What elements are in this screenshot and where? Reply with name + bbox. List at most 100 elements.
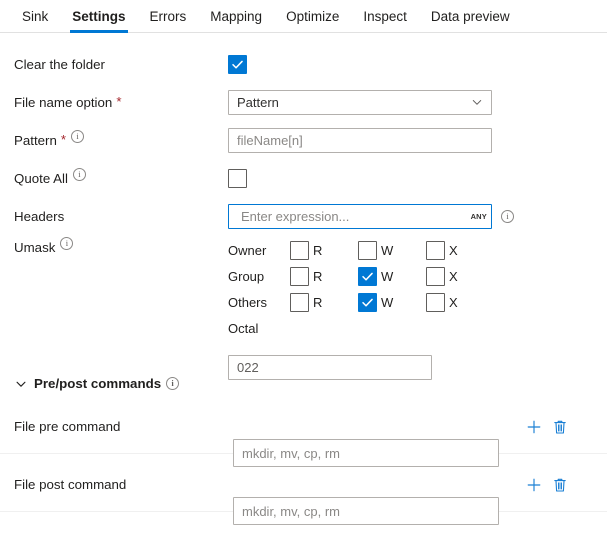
add-pre-command-button[interactable] (524, 417, 544, 437)
quote-all-checkbox[interactable] (228, 169, 247, 188)
info-icon[interactable]: i (73, 168, 86, 181)
tab-label: Inspect (363, 9, 407, 24)
file-pre-command-placeholder: mkdir, mv, cp, rm (242, 446, 340, 461)
headers-placeholder: Enter expression... (241, 209, 471, 224)
tab-mapping[interactable]: Mapping (198, 0, 274, 33)
file-post-command-input[interactable]: mkdir, mv, cp, rm (233, 497, 499, 525)
headers-expression-input[interactable]: Enter expression... ANY (228, 204, 492, 229)
chevron-down-icon (14, 377, 28, 391)
clear-folder-label: Clear the folder (14, 45, 105, 83)
plus-icon (526, 477, 542, 493)
any-type-badge: ANY (471, 212, 487, 221)
row-quote-all: Quote All i (0, 159, 607, 197)
info-icon[interactable]: i (501, 210, 514, 223)
file-post-command-placeholder: mkdir, mv, cp, rm (242, 504, 340, 519)
file-name-option-value: Pattern (237, 95, 471, 110)
umask-label: Umask i (14, 233, 73, 261)
octal-label: Octal (228, 317, 494, 339)
umask-group-execute: X (426, 267, 494, 286)
delete-pre-command-button[interactable] (550, 417, 570, 437)
umask-others-execute: X (426, 293, 494, 312)
trash-icon (552, 419, 568, 435)
umask-checkbox-others-r[interactable] (290, 293, 309, 312)
umask-row-group: Group R W X (228, 265, 494, 287)
quote-all-label: Quote All i (14, 159, 86, 197)
label-text: Headers (14, 209, 64, 224)
pattern-control: fileName[n] (228, 121, 492, 159)
tab-inspect[interactable]: Inspect (351, 0, 419, 33)
file-pre-command-input[interactable]: mkdir, mv, cp, rm (233, 439, 499, 467)
label-text: File post command (14, 477, 126, 492)
file-name-option-control: Pattern (228, 83, 492, 121)
label-text: Clear the folder (14, 57, 105, 72)
umask-owner-execute: X (426, 241, 494, 260)
pattern-placeholder: fileName[n] (237, 133, 303, 148)
umask-row-name: Owner (228, 243, 290, 258)
headers-control: Enter expression... ANY i (228, 197, 514, 235)
info-icon[interactable]: i (166, 377, 179, 390)
umask-others-read: R (290, 293, 358, 312)
pattern-input[interactable]: fileName[n] (228, 128, 492, 153)
file-post-command-label: File post command (14, 465, 126, 503)
info-icon[interactable]: i (60, 237, 73, 250)
label-text: File pre command (14, 419, 120, 434)
tab-optimize[interactable]: Optimize (274, 0, 351, 33)
umask-checkbox-owner-w[interactable] (358, 241, 377, 260)
info-icon[interactable]: i (71, 130, 84, 143)
row-pattern: Pattern * i fileName[n] (0, 121, 607, 159)
row-file-name-option: File name option * Pattern (0, 83, 607, 121)
file-name-option-dropdown[interactable]: Pattern (228, 90, 492, 115)
tab-settings[interactable]: Settings (60, 0, 137, 33)
add-post-command-button[interactable] (524, 475, 544, 495)
tab-label: Errors (150, 9, 187, 24)
row-headers: Headers Enter expression... ANY i (0, 197, 607, 235)
delete-post-command-button[interactable] (550, 475, 570, 495)
umask-checkbox-group-x[interactable] (426, 267, 445, 286)
umask-flag-label: W (381, 243, 393, 258)
required-asterisk: * (61, 133, 66, 146)
umask-flag-label: X (449, 269, 458, 284)
umask-flag-label: R (313, 269, 322, 284)
trash-icon (552, 477, 568, 493)
umask-others-write: W (358, 293, 426, 312)
octal-value: 022 (237, 360, 259, 375)
label-text: Umask (14, 240, 55, 255)
octal-input[interactable]: 022 (228, 355, 432, 380)
umask-checkbox-group-r[interactable] (290, 267, 309, 286)
plus-icon (526, 419, 542, 435)
chevron-down-icon (471, 96, 483, 108)
tab-label: Sink (22, 9, 48, 24)
umask-group-write: W (358, 267, 426, 286)
umask-checkbox-owner-r[interactable] (290, 241, 309, 260)
tab-errors[interactable]: Errors (138, 0, 199, 33)
umask-checkbox-others-x[interactable] (426, 293, 445, 312)
umask-row-name: Group (228, 269, 290, 284)
label-text: Quote All (14, 171, 68, 186)
umask-checkbox-group-w[interactable] (358, 267, 377, 286)
prepost-commands-label: Pre/post commands (34, 376, 161, 391)
tab-sink[interactable]: Sink (10, 0, 60, 33)
umask-checkbox-others-w[interactable] (358, 293, 377, 312)
row-umask: Umask i Owner R W X (0, 233, 607, 333)
tab-label: Data preview (431, 9, 510, 24)
umask-flag-label: X (449, 243, 458, 258)
umask-owner-read: R (290, 241, 358, 260)
tab-bar: Sink Settings Errors Mapping Optimize In… (0, 0, 607, 33)
required-asterisk: * (116, 95, 121, 108)
umask-flag-label: W (381, 269, 393, 284)
umask-flag-label: R (313, 243, 322, 258)
clear-folder-checkbox[interactable] (228, 55, 247, 74)
tab-label: Mapping (210, 9, 262, 24)
umask-matrix: Owner R W X Group (228, 239, 494, 339)
umask-checkbox-owner-x[interactable] (426, 241, 445, 260)
label-text: File name option (14, 95, 112, 110)
umask-flag-label: W (381, 295, 393, 310)
umask-owner-write: W (358, 241, 426, 260)
label-text: Pattern (14, 133, 57, 148)
tab-data-preview[interactable]: Data preview (419, 0, 522, 33)
pattern-label: Pattern * i (14, 121, 84, 159)
prepost-commands-section-header[interactable]: Pre/post commands i (14, 376, 179, 391)
umask-row-others: Others R W X (228, 291, 494, 313)
headers-label: Headers (14, 197, 64, 235)
umask-flag-label: X (449, 295, 458, 310)
